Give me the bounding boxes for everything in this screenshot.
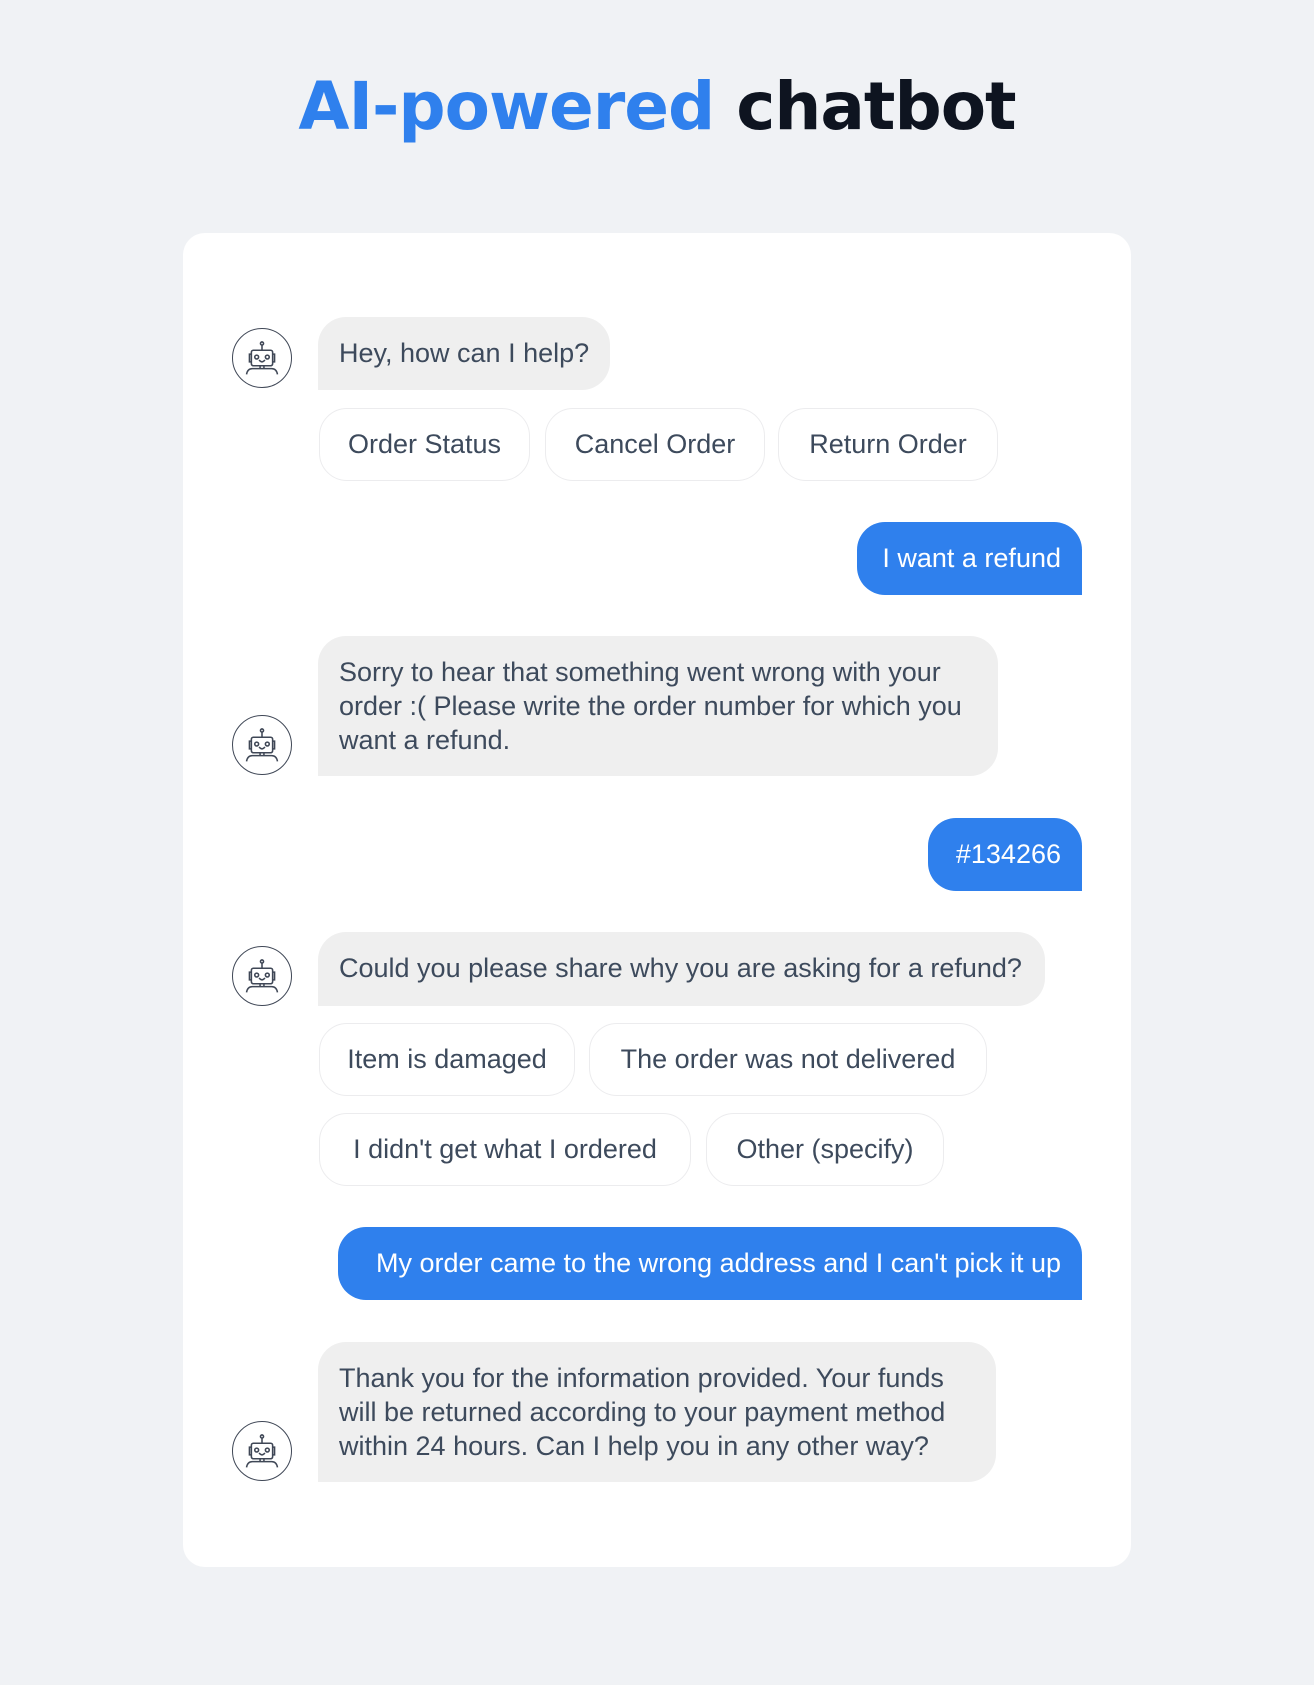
message-text: Could you please share why you are askin…	[339, 953, 1022, 983]
bot-message-3: Could you please share why you are askin…	[318, 932, 1045, 1006]
robot-icon	[245, 959, 279, 993]
chat-window: Hey, how can I help? Order Status Cancel…	[183, 233, 1131, 1567]
message-text-line: order :( Please write the order number f…	[339, 691, 962, 721]
message-text-line: will be returned according to your payme…	[339, 1397, 946, 1427]
bot-avatar	[232, 328, 292, 388]
bot-avatar	[232, 715, 292, 775]
user-message-3: My order came to the wrong address and I…	[338, 1227, 1082, 1300]
message-text: #134266	[955, 839, 1061, 869]
bot-message-4: Thank you for the information provided. …	[318, 1342, 996, 1482]
message-text-line: want a refund.	[339, 725, 511, 755]
bot-avatar	[232, 946, 292, 1006]
message-text-line: Thank you for the information provided. …	[339, 1363, 944, 1393]
title-rest: chatbot	[736, 68, 1016, 145]
page-title: AI-powered chatbot	[0, 62, 1314, 152]
robot-icon	[245, 1434, 279, 1468]
robot-icon	[245, 728, 279, 762]
user-message-1: I want a refund	[857, 522, 1082, 595]
quick-reply-not-delivered[interactable]: The order was not delivered	[589, 1023, 987, 1096]
robot-icon	[245, 341, 279, 375]
quick-reply-item-damaged[interactable]: Item is damaged	[319, 1023, 575, 1096]
bot-message-1: Hey, how can I help?	[318, 317, 610, 390]
quick-reply-return-order[interactable]: Return Order	[778, 408, 998, 481]
message-text: I want a refund	[882, 543, 1061, 573]
message-text-line: Sorry to hear that something went wrong …	[339, 657, 941, 687]
quick-reply-cancel-order[interactable]: Cancel Order	[545, 408, 765, 481]
user-message-2: #134266	[928, 818, 1082, 891]
message-text: My order came to the wrong address and I…	[376, 1248, 1061, 1278]
bot-message-2: Sorry to hear that something went wrong …	[318, 636, 998, 776]
quick-reply-order-status[interactable]: Order Status	[319, 408, 530, 481]
bot-avatar	[232, 1421, 292, 1481]
message-text-line: within 24 hours. Can I help you in any o…	[339, 1431, 929, 1461]
quick-reply-wrong-item[interactable]: I didn't get what I ordered	[319, 1113, 691, 1186]
message-text: Hey, how can I help?	[339, 338, 590, 368]
title-accent: AI-powered	[298, 68, 715, 145]
quick-reply-other[interactable]: Other (specify)	[706, 1113, 944, 1186]
